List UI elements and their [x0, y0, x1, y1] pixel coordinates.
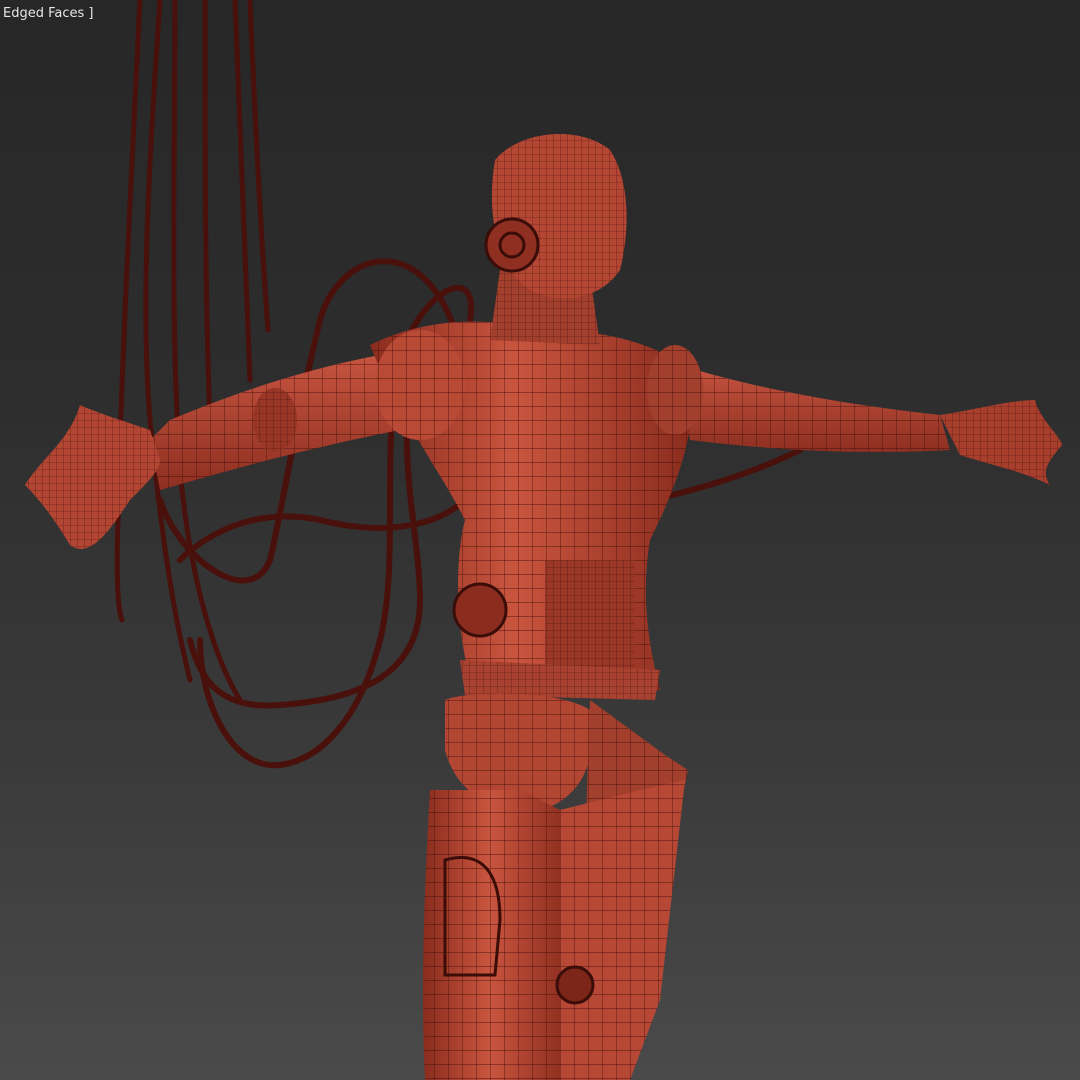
- torso: [370, 321, 703, 700]
- right-arm: [680, 365, 1062, 485]
- left-arm: [25, 355, 400, 549]
- head: [484, 133, 627, 345]
- 3d-viewport[interactable]: Edged Faces ]: [0, 0, 1080, 1080]
- robot-wireframe-model[interactable]: [0, 0, 1080, 1080]
- hanging-cables: [114, 0, 271, 703]
- legs: [422, 693, 688, 1080]
